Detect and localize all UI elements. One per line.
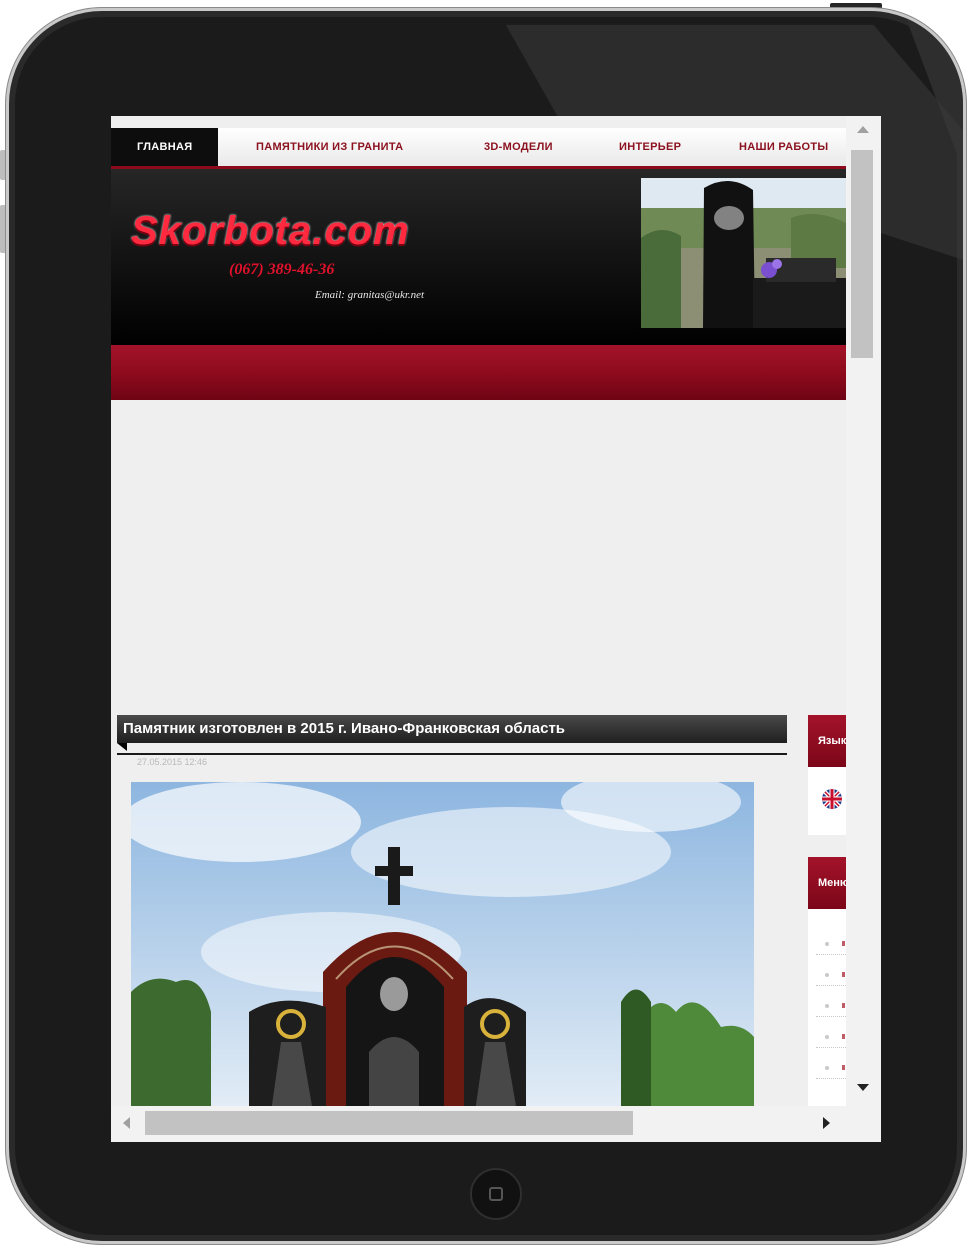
article-monument-photo[interactable] bbox=[131, 782, 754, 1106]
site-logo[interactable]: Skorbota.com bbox=[131, 209, 410, 254]
title-ribbon-fold bbox=[117, 743, 127, 751]
menu-item-link[interactable] bbox=[842, 1003, 845, 1008]
menu-item-bullet[interactable] bbox=[825, 1066, 829, 1070]
header-red-bar bbox=[111, 345, 846, 400]
scrollbar-corner bbox=[846, 1106, 881, 1142]
article-title[interactable]: Памятник изготовлен в 2015 г. Ивано-Фран… bbox=[117, 715, 787, 743]
menu-divider bbox=[816, 954, 846, 955]
scroll-up-arrow-icon[interactable] bbox=[857, 126, 869, 133]
horizontal-scroll-thumb[interactable] bbox=[145, 1111, 633, 1135]
menu-widget-header: Меню bbox=[808, 857, 846, 909]
scroll-right-arrow-icon[interactable] bbox=[823, 1117, 830, 1129]
site-header: Skorbota.com (067) 389-46-36 Email: gran… bbox=[111, 169, 846, 345]
menu-divider bbox=[816, 985, 846, 986]
scroll-left-arrow-icon[interactable] bbox=[123, 1117, 130, 1129]
menu-item-link[interactable] bbox=[842, 1065, 845, 1070]
menu-item-bullet[interactable] bbox=[825, 1004, 829, 1008]
main-nav: ГЛАВНАЯ ПАМЯТНИКИ ИЗ ГРАНИТА 3D-МОДЕЛИ И… bbox=[111, 128, 846, 169]
vertical-scroll-thumb[interactable] bbox=[851, 150, 873, 358]
web-page: ГЛАВНАЯ ПАМЯТНИКИ ИЗ ГРАНИТА 3D-МОДЕЛИ И… bbox=[111, 116, 846, 1106]
language-widget-header: Язык bbox=[808, 715, 846, 767]
header-email: Email: granitas@ukr.net bbox=[315, 289, 425, 301]
menu-item-bullet[interactable] bbox=[825, 942, 829, 946]
menu-item-link[interactable] bbox=[842, 941, 845, 946]
menu-divider bbox=[816, 1047, 846, 1048]
nav-item-interior[interactable]: ИНТЕРЬЕР bbox=[619, 128, 681, 166]
nav-item-granite-monuments[interactable]: ПАМЯТНИКИ ИЗ ГРАНИТА bbox=[256, 128, 403, 166]
menu-divider bbox=[816, 1016, 846, 1017]
nav-item-3d-models[interactable]: 3D-МОДЕЛИ bbox=[484, 128, 553, 166]
nav-item-our-works[interactable]: НАШИ РАБОТЫ bbox=[739, 128, 828, 166]
menu-item-link[interactable] bbox=[842, 972, 845, 977]
nav-item-home[interactable]: ГЛАВНАЯ bbox=[111, 128, 219, 166]
header-monument-photo bbox=[641, 178, 846, 328]
scroll-down-arrow-icon[interactable] bbox=[857, 1084, 869, 1091]
menu-item-bullet[interactable] bbox=[825, 1035, 829, 1039]
home-button-icon[interactable] bbox=[470, 1168, 522, 1220]
menu-item-bullet[interactable] bbox=[825, 973, 829, 977]
browser-screen: ГЛАВНАЯ ПАМЯТНИКИ ИЗ ГРАНИТА 3D-МОДЕЛИ И… bbox=[111, 116, 881, 1142]
article-divider bbox=[117, 753, 787, 755]
header-phone: (067) 389-46-36 bbox=[229, 261, 335, 278]
article-date: 27.05.2015 12:46 bbox=[137, 757, 208, 767]
menu-divider bbox=[816, 1078, 846, 1079]
horizontal-scrollbar[interactable] bbox=[111, 1106, 846, 1142]
uk-flag-icon[interactable] bbox=[822, 789, 842, 809]
menu-item-link[interactable] bbox=[842, 1034, 845, 1039]
vertical-scrollbar[interactable] bbox=[846, 116, 881, 1106]
